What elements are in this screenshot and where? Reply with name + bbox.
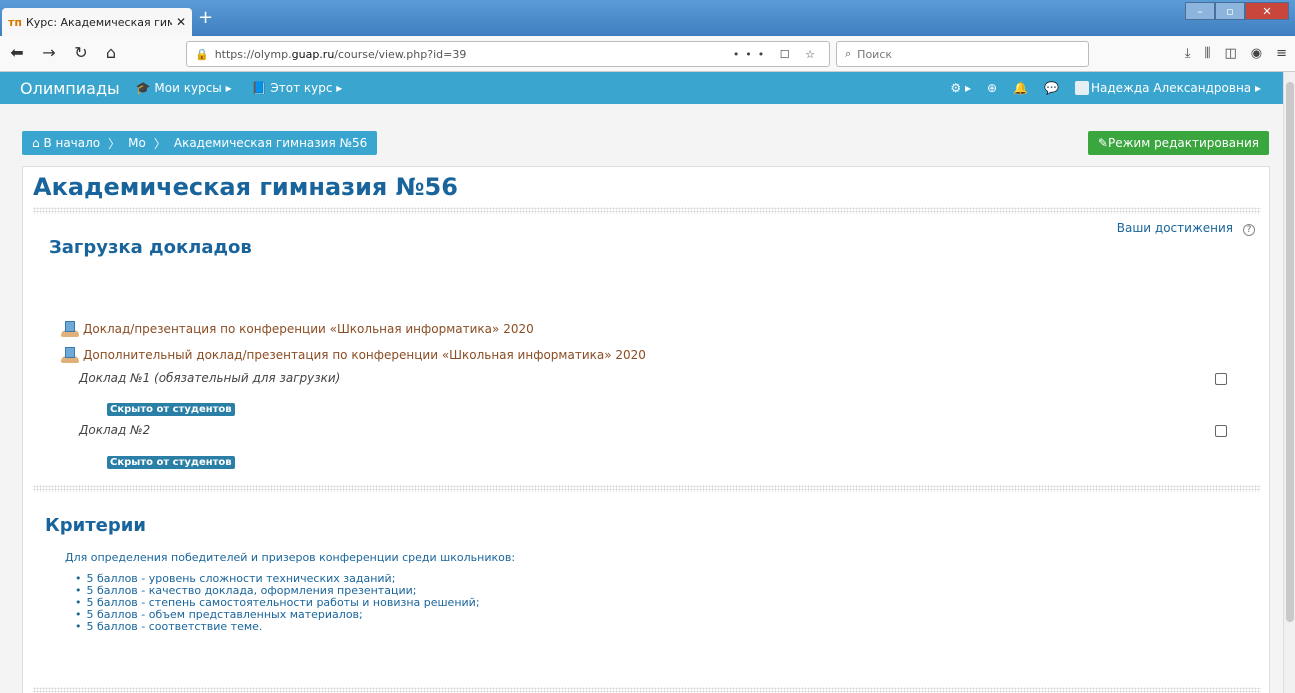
site-brand-link[interactable]: Олимпиады xyxy=(20,79,120,98)
completion-checkbox[interactable] xyxy=(1215,373,1227,385)
criteria-list: 5 баллов - уровень сложности технических… xyxy=(75,573,480,633)
url-path: /course/view.php?id=39 xyxy=(334,47,467,61)
edit-mode-label: Режим редактирования xyxy=(1107,136,1259,150)
moodle-navbar: Олимпиады 🎓 Мои курсы ▸ 📘 Этот курс ▸ ⚙ … xyxy=(0,72,1295,104)
avatar xyxy=(1074,81,1089,96)
page-scrollbar[interactable] xyxy=(1283,72,1295,693)
lock-icon: 🔒 xyxy=(195,47,209,61)
close-window-button[interactable]: ✕ xyxy=(1245,2,1289,20)
my-courses-menu[interactable]: 🎓 Мои курсы ▸ xyxy=(136,81,232,95)
assignment-icon xyxy=(61,347,79,363)
maximize-window-button[interactable]: ▫ xyxy=(1215,2,1245,20)
search-input[interactable]: ⌕ Поиск xyxy=(836,41,1089,67)
activity-link[interactable]: Дополнительный доклад/презентация по кон… xyxy=(83,348,646,362)
breadcrumb-home-label: В начало xyxy=(43,136,101,150)
activity-link[interactable]: Доклад/презентация по конференции «Школь… xyxy=(83,322,534,336)
my-courses-label: Мои курсы ▸ xyxy=(154,81,232,95)
achievements-link-container: Ваши достижения? xyxy=(1117,221,1255,236)
minimize-window-button[interactable]: – xyxy=(1185,2,1215,20)
url-text[interactable]: https://olymp.guap.ru/course/view.php?id… xyxy=(215,48,733,61)
extension-icon[interactable]: ◉ xyxy=(1251,46,1262,61)
divider xyxy=(33,207,1261,214)
messages-icon[interactable]: 💬 xyxy=(1044,81,1059,95)
user-name: Надежда Александровна ▸ xyxy=(1090,80,1261,95)
forward-arrow-icon[interactable]: → xyxy=(38,43,60,62)
download-icon[interactable]: ⤓ xyxy=(1185,46,1191,61)
label-report-2: Доклад №2 xyxy=(79,423,151,437)
breadcrumb: ⌂ В начало 〉 Мо 〉 Академическая гимназия… xyxy=(22,131,378,155)
page-actions-icon[interactable]: ••• ☐ ☆ xyxy=(733,48,821,61)
divider xyxy=(33,687,1261,693)
breadcrumb-separator-icon: 〉 xyxy=(153,136,166,151)
hidden-from-students-badge: Скрыто от студентов xyxy=(107,403,235,416)
back-arrow-icon[interactable]: ⬅ xyxy=(6,43,28,62)
tab-title: Курс: Академическая гимназ xyxy=(25,15,172,29)
breadcrumb-separator-icon: 〉 xyxy=(108,136,121,151)
section-title-criteria: Критерии xyxy=(45,515,146,536)
url-prefix: https://olymp. xyxy=(214,47,292,61)
settings-gear-icon[interactable]: ⚙ ▸ xyxy=(950,81,971,95)
breadcrumb-level2[interactable]: Мо xyxy=(128,136,146,150)
this-course-menu[interactable]: 📘 Этот курс ▸ xyxy=(252,81,343,95)
activity-assignment-2[interactable]: Дополнительный доклад/презентация по кон… xyxy=(61,347,646,363)
course-card: Академическая гимназия №56 Загрузка докл… xyxy=(22,166,1270,693)
new-tab-icon[interactable]: + xyxy=(198,9,213,27)
search-placeholder: Поиск xyxy=(857,47,893,61)
hidden-from-students-badge: Скрыто от студентов xyxy=(107,456,235,469)
label-report-1: Доклад №1 (обязательный для загрузки) xyxy=(79,371,341,385)
sidebar-icon[interactable]: ◫ xyxy=(1224,46,1236,61)
browser-navbar: ⬅ → ↻ ⌂ 🔒 https://olymp.guap.ru/course/v… xyxy=(0,36,1295,72)
home-icon[interactable]: ⌂ xyxy=(100,43,122,62)
divider xyxy=(33,485,1261,492)
site-favicon-icon: тп xyxy=(8,15,22,29)
url-host: guap.ru xyxy=(291,47,335,61)
url-bar[interactable]: 🔒 https://olymp.guap.ru/course/view.php?… xyxy=(186,41,830,67)
reload-icon[interactable]: ↻ xyxy=(70,43,92,62)
help-icon[interactable]: ? xyxy=(1243,224,1255,236)
achievements-link[interactable]: Ваши достижения xyxy=(1117,221,1233,235)
notifications-bell-icon[interactable]: 🔔 xyxy=(1013,81,1028,95)
breadcrumb-home[interactable]: ⌂ В начало xyxy=(32,136,100,150)
section-title-uploads: Загрузка докладов xyxy=(49,237,252,258)
this-course-label: Этот курс ▸ xyxy=(270,81,343,95)
user-menu[interactable]: Надежда Александровна ▸ xyxy=(1074,80,1261,96)
completion-checkbox[interactable] xyxy=(1215,425,1227,437)
menu-icon[interactable]: ≡ xyxy=(1276,46,1287,61)
search-icon: ⌕ xyxy=(845,47,852,60)
list-item: 5 баллов - соответствие теме. xyxy=(75,621,480,633)
criteria-intro: Для определения победителей и призеров к… xyxy=(65,551,516,564)
browser-tab-active[interactable]: тп Курс: Академическая гимназ ✕ xyxy=(2,8,192,36)
edit-mode-button[interactable]: ✎ Режим редактирования xyxy=(1087,131,1269,155)
page-title: Академическая гимназия №56 xyxy=(33,173,458,201)
assignment-icon xyxy=(61,321,79,337)
breadcrumb-current[interactable]: Академическая гимназия №56 xyxy=(174,136,367,150)
browser-titlebar: тп Курс: Академическая гимназ ✕ + – ▫ ✕ xyxy=(0,0,1295,36)
scrollbar-thumb[interactable] xyxy=(1286,82,1294,622)
close-tab-icon[interactable]: ✕ xyxy=(176,15,186,29)
activity-assignment-1[interactable]: Доклад/презентация по конференции «Школь… xyxy=(61,321,534,337)
page-content: ⌂ В начало 〉 Мо 〉 Академическая гимназия… xyxy=(0,104,1283,693)
lifebuoy-icon[interactable]: ⊕ xyxy=(987,81,997,95)
library-icon[interactable]: ⫼ xyxy=(1204,46,1210,61)
